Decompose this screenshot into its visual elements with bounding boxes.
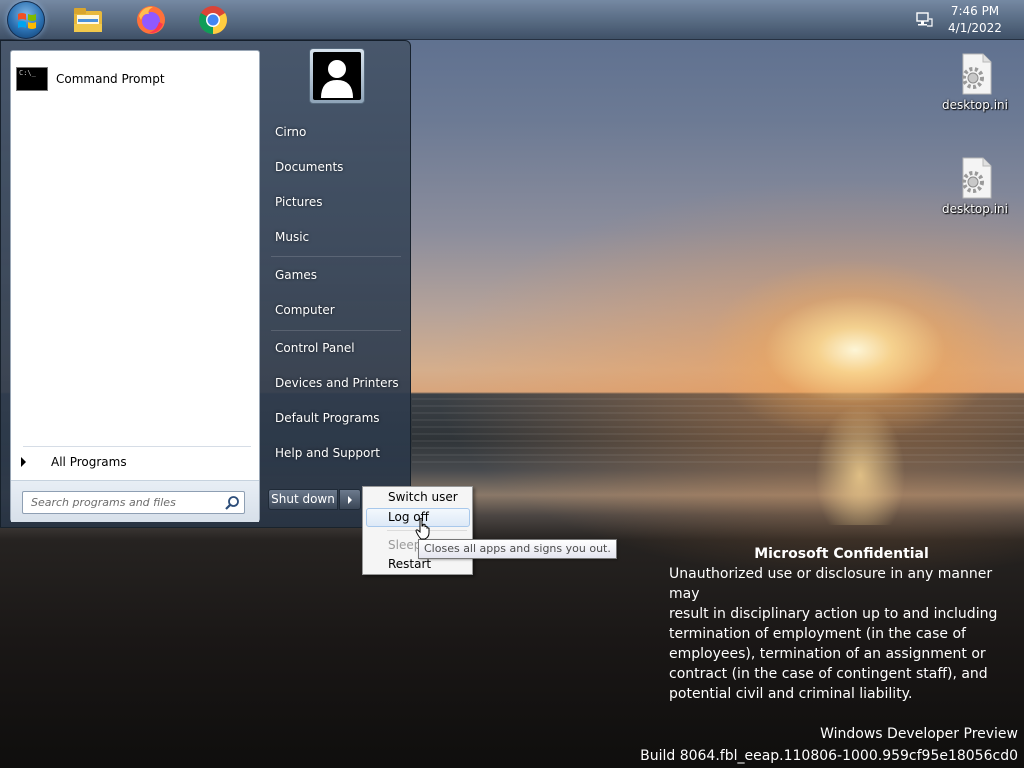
command-prompt-icon: C:\_ xyxy=(16,67,48,91)
watermark-edition: Windows Developer Preview xyxy=(820,726,1018,742)
menu-item-user-folder[interactable]: Cirno xyxy=(265,118,405,146)
separator xyxy=(23,446,251,447)
ocean-waves xyxy=(412,398,1024,468)
menu-item-documents[interactable]: Documents xyxy=(265,153,405,181)
confidential-line: contract (in the case of contingent staf… xyxy=(669,666,988,682)
taskbar: 7:46 PM 4/1/2022 xyxy=(0,0,1024,40)
clock-time: 7:46 PM xyxy=(950,4,1000,18)
search-input[interactable] xyxy=(31,492,221,513)
menu-item-music[interactable]: Music xyxy=(265,223,405,251)
watermark-build: Build 8064.fbl_eeap.110806-1000.959cf95e… xyxy=(640,748,1018,764)
menu-item-help-and-support[interactable]: Help and Support xyxy=(265,439,405,467)
windows-start-orb[interactable] xyxy=(7,1,45,39)
mouse-cursor-icon xyxy=(415,517,431,540)
confidential-line: Unauthorized use or disclosure in any ma… xyxy=(669,566,993,602)
chrome-icon[interactable] xyxy=(197,4,229,36)
menu-item-computer[interactable]: Computer xyxy=(265,296,405,324)
desktop-icon-label: desktop.ini xyxy=(942,98,1008,112)
separator xyxy=(271,256,401,257)
tooltip: Closes all apps and signs you out. xyxy=(418,539,617,559)
search-icon[interactable] xyxy=(224,495,240,511)
confidential-line: potential civil and criminal liability. xyxy=(669,686,913,702)
user-avatar-icon xyxy=(313,52,361,100)
search-area xyxy=(11,480,259,522)
all-programs-button[interactable]: All Programs xyxy=(19,451,253,473)
build-watermark: Windows Developer Preview Build 8064.fbl… xyxy=(640,723,1018,767)
confidential-line: result in disciplinary action up to and … xyxy=(669,606,998,622)
confidential-line: employees), termination of an assignment… xyxy=(669,646,986,662)
file-explorer-icon[interactable] xyxy=(72,4,104,36)
menu-item-games[interactable]: Games xyxy=(265,261,405,289)
program-label: Command Prompt xyxy=(56,72,165,86)
program-command-prompt[interactable]: C:\_ Command Prompt xyxy=(14,60,254,98)
chevron-right-icon xyxy=(21,457,26,467)
shutdown-button[interactable]: Shut down xyxy=(268,489,338,510)
confidential-line: termination of employment (in the case o… xyxy=(669,626,966,642)
start-menu-programs-pane: C:\_ Command Prompt All Programs xyxy=(10,50,260,522)
menu-item-pictures[interactable]: Pictures xyxy=(265,188,405,216)
user-avatar[interactable] xyxy=(309,48,365,104)
system-clock[interactable]: 7:46 PM 4/1/2022 xyxy=(944,3,1006,37)
settings-file-icon xyxy=(955,156,995,200)
settings-file-icon xyxy=(955,52,995,96)
desktop-icon-desktop-ini-1[interactable]: desktop.ini xyxy=(940,52,1010,112)
confidential-heading: Microsoft Confidential xyxy=(754,546,929,562)
menu-item-devices-and-printers[interactable]: Devices and Printers xyxy=(265,369,405,397)
menu-item-default-programs[interactable]: Default Programs xyxy=(265,404,405,432)
search-box[interactable] xyxy=(22,491,245,514)
network-icon[interactable] xyxy=(915,10,933,28)
desktop-icon-label: desktop.ini xyxy=(942,202,1008,216)
shutdown-options-button[interactable] xyxy=(339,489,361,510)
clock-date: 4/1/2022 xyxy=(948,21,1002,35)
all-programs-label: All Programs xyxy=(51,455,127,469)
menu-item-control-panel[interactable]: Control Panel xyxy=(265,334,405,362)
separator xyxy=(271,330,401,331)
menu-item-switch-user[interactable]: Switch user xyxy=(366,488,470,507)
confidential-notice: Microsoft Confidential Unauthorized use … xyxy=(669,544,1014,704)
desktop-icon-desktop-ini-2[interactable]: desktop.ini xyxy=(940,156,1010,216)
firefox-icon[interactable] xyxy=(135,4,167,36)
start-menu: C:\_ Command Prompt All Programs Search … xyxy=(0,40,411,528)
